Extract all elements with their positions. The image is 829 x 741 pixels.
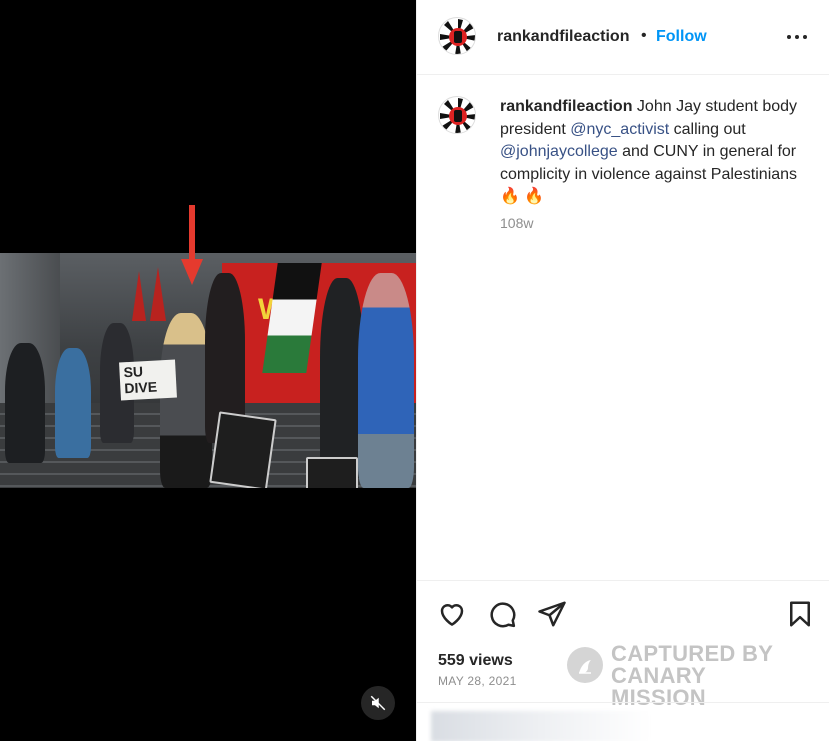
avatar[interactable] bbox=[438, 17, 476, 55]
video-person bbox=[358, 273, 414, 488]
video-frame[interactable]: WIT SU DIVE bbox=[0, 253, 416, 488]
canary-bird-icon bbox=[579, 660, 591, 674]
video-poster bbox=[306, 457, 358, 488]
watermark-line1: CAPTURED BY bbox=[611, 641, 774, 666]
fire-emoji: 🔥 🔥 bbox=[500, 188, 545, 205]
caption-part: calling out bbox=[669, 120, 746, 138]
video-flag bbox=[150, 267, 166, 321]
post-header: rankandfileaction • Follow bbox=[417, 0, 829, 75]
avatar-logo-icon bbox=[440, 98, 475, 133]
avatar-logo-icon bbox=[440, 19, 475, 54]
video-protest-sign: SU DIVE bbox=[119, 359, 177, 401]
comment-input-blurred bbox=[431, 711, 651, 741]
media-pane[interactable]: WIT SU DIVE bbox=[0, 0, 416, 741]
post-date: MAY 28, 2021 bbox=[438, 674, 517, 688]
header-username[interactable]: rankandfileaction bbox=[497, 28, 629, 46]
caption-avatar[interactable] bbox=[438, 96, 476, 134]
more-horizontal-icon[interactable] bbox=[785, 26, 809, 48]
canary-logo-icon bbox=[567, 647, 603, 683]
bookmark-icon[interactable] bbox=[785, 599, 815, 629]
comment-bar[interactable] bbox=[417, 702, 829, 741]
time-ago[interactable]: 108w bbox=[500, 215, 533, 231]
red-arrow-icon bbox=[181, 205, 203, 285]
caption-username[interactable]: rankandfileaction bbox=[500, 98, 632, 115]
actions-bar: 559 views MAY 28, 2021 CAPTURED BY CANAR… bbox=[417, 580, 829, 709]
video-person bbox=[55, 348, 91, 458]
video-poster bbox=[209, 411, 277, 488]
video-person bbox=[5, 343, 45, 463]
separator-dot: • bbox=[641, 27, 647, 44]
send-icon[interactable] bbox=[537, 599, 567, 629]
mention-link[interactable]: @johnjaycollege bbox=[500, 143, 618, 160]
view-count[interactable]: 559 views bbox=[438, 652, 513, 670]
video-flag bbox=[132, 271, 146, 321]
info-pane: rankandfileaction • Follow rankandfileac… bbox=[416, 0, 829, 741]
heart-icon[interactable] bbox=[437, 599, 467, 629]
speaker-muted-icon bbox=[370, 695, 386, 711]
mute-button[interactable] bbox=[361, 686, 395, 720]
follow-button[interactable]: Follow bbox=[656, 28, 707, 46]
watermark: CAPTURED BY CANARY MISSION bbox=[567, 643, 807, 709]
comment-icon[interactable] bbox=[487, 599, 517, 629]
mention-link[interactable]: @nyc_activist bbox=[570, 121, 669, 138]
watermark-text: CAPTURED BY CANARY MISSION bbox=[611, 643, 807, 709]
caption-text: rankandfileaction John Jay student body … bbox=[500, 96, 800, 209]
